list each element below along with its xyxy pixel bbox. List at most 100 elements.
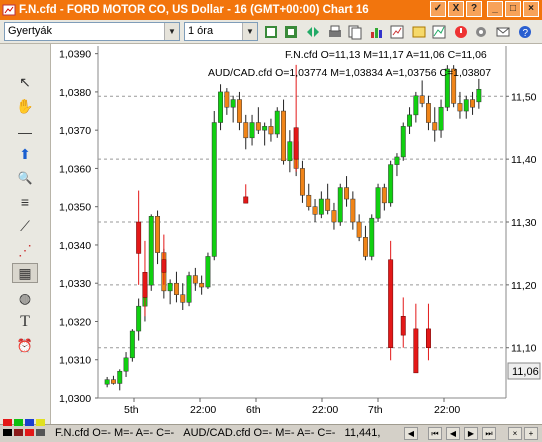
- color-swatch-green[interactable]: [14, 419, 23, 426]
- candle-body: [243, 122, 249, 139]
- candle-body: [337, 187, 343, 223]
- candle-body: [249, 122, 255, 139]
- candle-body: [388, 164, 394, 204]
- chart-window-icon[interactable]: [430, 23, 448, 41]
- tab-next-icon[interactable]: ▶: [464, 427, 478, 440]
- zoom-out-icon[interactable]: [282, 23, 300, 41]
- confirm-button[interactable]: ✓: [430, 1, 446, 17]
- zoom-in-icon[interactable]: [262, 23, 280, 41]
- chevron-down-icon: ▼: [164, 23, 179, 40]
- fibonacci-icon[interactable]: ≡: [12, 192, 38, 212]
- candle-body: [123, 357, 129, 372]
- cancel-button[interactable]: X: [448, 1, 464, 17]
- candle-body: [236, 99, 242, 123]
- candle-body: [312, 206, 318, 215]
- candle-body: [230, 99, 236, 108]
- fn-candle-body: [161, 259, 167, 273]
- fn-candle-body: [136, 221, 142, 254]
- fan-icon[interactable]: ⟋: [12, 216, 38, 236]
- chart-area[interactable]: 1,0390 1,0380 1,0370 1,0360 1,0350 1,0340 1,03…: [51, 44, 542, 424]
- candle-body: [463, 99, 469, 112]
- fn-candle-body: [243, 196, 249, 204]
- print-icon[interactable]: [326, 23, 344, 41]
- left-tick-label: 1,0350: [59, 202, 91, 214]
- chart-type-select[interactable]: Gyertyák ▼: [4, 22, 180, 41]
- candle-body: [344, 187, 350, 200]
- color-swatch-black[interactable]: [3, 429, 12, 436]
- line-icon[interactable]: —: [12, 122, 38, 142]
- left-tick-label: 1,0390: [59, 49, 91, 61]
- indicator-list-icon[interactable]: [388, 23, 406, 41]
- settings-icon[interactable]: [472, 23, 490, 41]
- candle-body: [281, 110, 287, 162]
- candle-body: [192, 275, 198, 284]
- calculator-icon[interactable]: ▦: [12, 263, 38, 283]
- candle-body: [400, 126, 406, 158]
- template-icon[interactable]: [410, 23, 428, 41]
- color-swatch-maroon[interactable]: [14, 429, 23, 436]
- email-icon[interactable]: [494, 23, 512, 41]
- color-swatch-blue[interactable]: [25, 419, 34, 426]
- candle-body: [262, 126, 268, 131]
- candle-body: [306, 194, 312, 207]
- scroll-chart-icon[interactable]: [304, 23, 322, 41]
- fn-candle-body: [388, 259, 394, 348]
- minimize-button[interactable]: _: [487, 1, 503, 17]
- price-chart[interactable]: 1,0390 1,0380 1,0370 1,0360 1,0350 1,0340 1,03…: [51, 44, 542, 424]
- candle-body: [476, 88, 482, 103]
- hand-icon[interactable]: ✋: [12, 96, 38, 116]
- color-swatch-red[interactable]: [3, 419, 12, 426]
- candle-body: [255, 122, 261, 131]
- candle-body: [205, 256, 211, 288]
- left-tick-label: 1,0320: [59, 316, 91, 328]
- candle-body: [136, 305, 142, 332]
- chevron-down-icon: ▼: [242, 23, 257, 40]
- close-button[interactable]: ×: [523, 1, 539, 17]
- maximize-button[interactable]: □: [505, 1, 521, 17]
- app-icon: [2, 3, 16, 17]
- candle-body: [274, 110, 280, 135]
- fn-candle-body: [400, 316, 406, 336]
- text-icon[interactable]: T: [12, 312, 38, 332]
- candle-body: [457, 103, 463, 112]
- copy-icon[interactable]: [346, 23, 364, 41]
- candle-body: [167, 282, 173, 292]
- indicator-icon[interactable]: ⋰: [12, 240, 38, 260]
- candle-body: [432, 122, 438, 131]
- candle-body: [375, 187, 381, 219]
- bar-chart-icon[interactable]: [368, 23, 386, 41]
- timeframe-select[interactable]: 1 óra ▼: [184, 22, 258, 41]
- tab-close-icon[interactable]: ×: [508, 427, 522, 440]
- candle-body: [117, 370, 123, 384]
- toolbar: Gyertyák ▼ 1 óra ▼ ?: [0, 20, 542, 44]
- zoom-icon[interactable]: 🔍: [12, 168, 38, 188]
- alert-icon[interactable]: [452, 23, 470, 41]
- right-tick-label: 11,40: [511, 154, 537, 166]
- color-swatch-gray[interactable]: [36, 429, 45, 436]
- help-button[interactable]: ?: [466, 1, 482, 17]
- alarm-icon[interactable]: ⏰: [12, 336, 38, 356]
- help-icon[interactable]: ?: [516, 23, 534, 41]
- svg-text:?: ?: [523, 28, 529, 39]
- tab-prev-icon[interactable]: ◀: [446, 427, 460, 440]
- tab-add-icon[interactable]: +: [524, 427, 538, 440]
- x-tick-label: 22:00: [312, 404, 338, 416]
- cursor-icon[interactable]: ↖: [12, 72, 38, 92]
- candle-body: [186, 275, 192, 303]
- candle-body: [362, 237, 368, 257]
- x-tick-label: 22:00: [434, 404, 460, 416]
- candle-body: [211, 122, 217, 257]
- timeframe-value: 1 óra: [188, 25, 214, 37]
- status-audcad: AUD/CAD.cfd O=- M=- A=- C=-: [183, 427, 336, 439]
- color-swatch-yellow[interactable]: [36, 419, 45, 426]
- arrow-up-icon[interactable]: ⬆: [12, 144, 38, 164]
- scroll-left-icon[interactable]: ◀: [404, 427, 418, 440]
- candle-body: [180, 294, 186, 303]
- tab-first-icon[interactable]: ⏮: [428, 427, 442, 440]
- candle-body: [407, 114, 413, 127]
- globe-icon[interactable]: ◍: [12, 288, 38, 308]
- left-tick-label: 1,0360: [59, 163, 91, 175]
- color-swatch-red2[interactable]: [25, 429, 34, 436]
- tab-last-icon[interactable]: ⏭: [482, 427, 496, 440]
- candle-body: [419, 95, 425, 104]
